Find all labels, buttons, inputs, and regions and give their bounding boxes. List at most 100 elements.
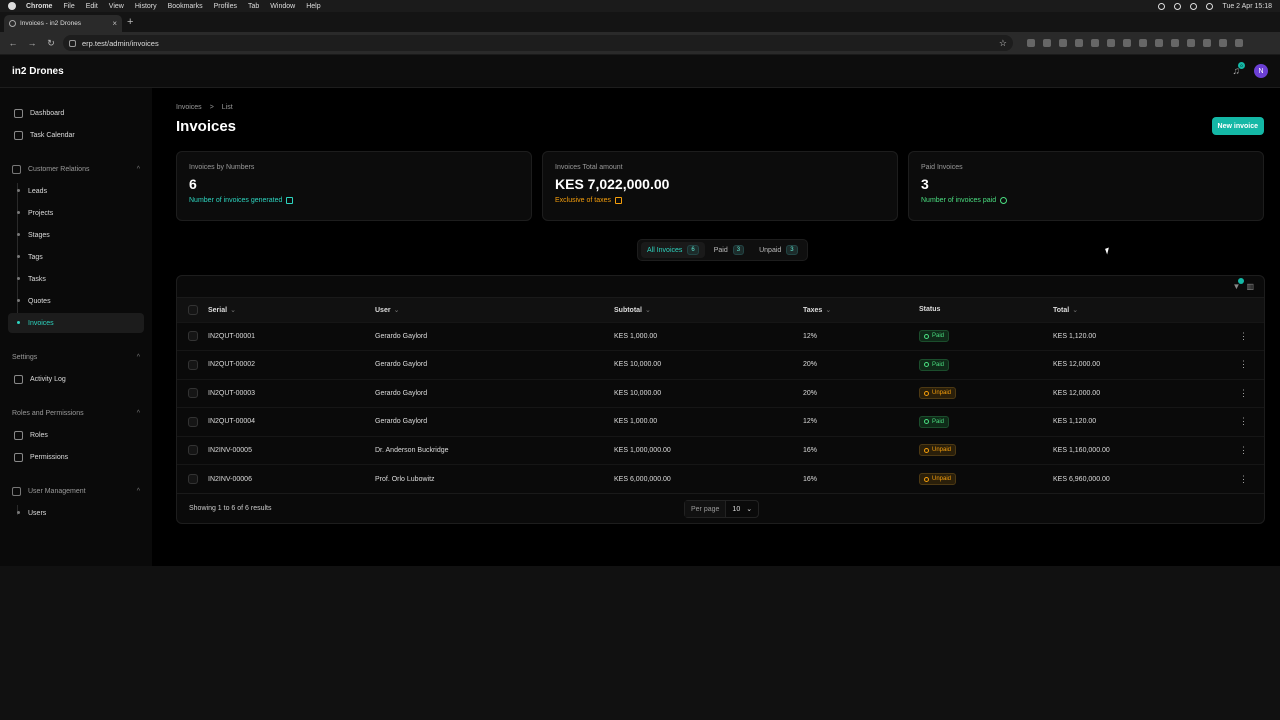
menu-file[interactable]: File <box>63 3 74 10</box>
menu-window[interactable]: Window <box>270 3 295 10</box>
table-row[interactable]: IN2QUT-00003 Gerardo Gaylord KES 10,000.… <box>177 379 1264 408</box>
control-center-icon[interactable] <box>1206 2 1214 10</box>
back-icon[interactable]: ← <box>6 38 20 48</box>
chevron-up-icon[interactable]: ^ <box>137 166 140 173</box>
table-toolbar: ▼ ▥ <box>177 276 1264 298</box>
row-checkbox[interactable] <box>188 445 198 456</box>
brand-name[interactable]: in2 Drones <box>12 66 64 77</box>
menu-bookmarks[interactable]: Bookmarks <box>168 3 203 10</box>
sidebar-item-invoices[interactable]: Invoices <box>8 313 144 333</box>
table-header-row: Serial ⌄ User ⌄ Subtotal ⌄ Taxes ⌄ Status To… <box>177 298 1264 322</box>
sidebar-item-tasks[interactable]: Tasks <box>8 269 144 289</box>
sidebar-item-activity-log[interactable]: Activity Log <box>8 369 144 389</box>
extension-icon[interactable] <box>1027 39 1035 47</box>
menu-app-name[interactable]: Chrome <box>26 3 52 10</box>
sidebar-item-tags[interactable]: Tags <box>8 247 144 267</box>
chevron-up-icon[interactable]: ^ <box>137 410 140 417</box>
select-all-checkbox[interactable] <box>188 304 198 315</box>
close-tab-icon[interactable]: × <box>112 19 117 28</box>
row-actions-icon[interactable]: ⋮ <box>1223 408 1264 437</box>
extension-icon[interactable] <box>1123 39 1131 47</box>
row-checkbox[interactable] <box>188 474 198 484</box>
tab-paid[interactable]: Paid 3 <box>708 242 750 258</box>
row-checkbox[interactable] <box>188 359 198 370</box>
filter-icon[interactable]: ▼ <box>1233 278 1245 291</box>
row-actions-icon[interactable]: ⋮ <box>1223 465 1264 494</box>
menu-help[interactable]: Help <box>306 3 320 10</box>
browser-tab[interactable]: Invoices - in2 Drones × <box>4 15 122 32</box>
per-page-select[interactable]: Per page 10 ⌄ <box>684 500 760 518</box>
sidebar-item-projects[interactable]: Projects <box>8 203 144 223</box>
extension-icon[interactable] <box>1139 39 1147 47</box>
profile-icon[interactable] <box>1219 39 1227 47</box>
sidebar-group-customer-relations[interactable]: Customer Relations ^ <box>8 161 144 177</box>
sidebar-item-roles[interactable]: Roles <box>8 425 144 445</box>
forward-icon[interactable]: → <box>25 38 39 48</box>
reload-icon[interactable]: ↻ <box>44 38 58 49</box>
tab-unpaid[interactable]: Unpaid 3 <box>753 242 804 258</box>
row-actions-icon[interactable]: ⋮ <box>1223 322 1264 351</box>
sidebar-item-quotes[interactable]: Quotes <box>8 291 144 311</box>
sidebar-item-task-calendar[interactable]: Task Calendar <box>8 125 144 145</box>
menu-view[interactable]: View <box>109 3 124 10</box>
extension-icon[interactable] <box>1075 39 1083 47</box>
sidebar-item-dashboard[interactable]: Dashboard <box>8 103 144 123</box>
side-panel-icon[interactable] <box>1203 39 1211 47</box>
sidebar-item-stages[interactable]: Stages <box>8 225 144 245</box>
chevron-up-icon[interactable]: ^ <box>137 488 140 495</box>
extension-icon[interactable] <box>1091 39 1099 47</box>
apple-icon[interactable] <box>8 2 16 10</box>
sidebar-item-permissions[interactable]: Permissions <box>8 447 144 467</box>
chrome-menu-icon[interactable] <box>1235 39 1243 47</box>
cell-total: KES 12,000.00 <box>1053 389 1101 397</box>
breadcrumb-invoices[interactable]: Invoices <box>176 104 202 111</box>
row-actions-icon[interactable]: ⋮ <box>1223 379 1264 408</box>
new-tab-icon[interactable]: + <box>127 16 133 28</box>
menu-profiles[interactable]: Profiles <box>214 3 237 10</box>
bookmark-star-icon[interactable]: ☆ <box>999 38 1007 49</box>
tab-all-invoices[interactable]: All Invoices 6 <box>641 242 705 258</box>
new-invoice-button[interactable]: New invoice <box>1211 117 1264 135</box>
row-actions-icon[interactable]: ⋮ <box>1223 436 1264 465</box>
extension-icon[interactable] <box>1043 39 1051 47</box>
sidebar-item-leads[interactable]: Leads <box>8 181 144 201</box>
menu-edit[interactable]: Edit <box>86 3 98 10</box>
extension-icon[interactable] <box>1059 39 1067 47</box>
row-checkbox[interactable] <box>188 416 198 427</box>
column-header-user[interactable]: User ⌄ <box>375 298 614 322</box>
row-actions-icon[interactable]: ⋮ <box>1223 351 1264 380</box>
column-header-total[interactable]: Total ⌄ <box>1053 298 1223 322</box>
clock[interactable]: Tue 2 Apr 15:18 <box>1222 3 1272 10</box>
column-header-label: Total <box>1053 306 1070 314</box>
search-icon[interactable] <box>1190 2 1198 10</box>
user-avatar[interactable]: N <box>1254 64 1268 78</box>
extension-icon[interactable] <box>1107 39 1115 47</box>
url-input[interactable]: erp.test/admin/invoices ☆ <box>63 35 1013 51</box>
column-header-serial[interactable]: Serial ⌄ <box>208 298 375 322</box>
table-row[interactable]: IN2INV-00005 Dr. Anderson Buckridge KES … <box>177 436 1264 465</box>
extensions-puzzle-icon[interactable] <box>1171 39 1179 47</box>
site-info-icon[interactable] <box>69 39 76 47</box>
chevron-up-icon[interactable]: ^ <box>137 354 140 361</box>
sidebar-group-user-management[interactable]: User Management ^ <box>8 483 144 499</box>
extension-icon[interactable] <box>1155 39 1163 47</box>
sidebar-group-settings[interactable]: Settings ^ <box>8 349 144 365</box>
column-header-subtotal[interactable]: Subtotal ⌄ <box>614 298 803 322</box>
menu-tab[interactable]: Tab <box>248 3 259 10</box>
row-checkbox[interactable] <box>188 388 198 399</box>
status-icon[interactable] <box>1158 2 1166 10</box>
column-header-taxes[interactable]: Taxes ⌄ <box>803 298 919 322</box>
columns-icon[interactable]: ▥ <box>1246 282 1254 291</box>
table-row[interactable]: IN2QUT-00001 Gerardo Gaylord KES 1,000.0… <box>177 322 1264 351</box>
wifi-icon[interactable] <box>1174 2 1182 10</box>
row-checkbox[interactable] <box>188 331 198 342</box>
menu-history[interactable]: History <box>135 3 157 10</box>
table-row[interactable]: IN2QUT-00004 Gerardo Gaylord KES 1,000.0… <box>177 407 1264 437</box>
download-icon[interactable] <box>1187 39 1195 47</box>
sidebar-item-users[interactable]: Users <box>8 503 144 523</box>
table-row[interactable]: IN2INV-00006 Prof. Orlo Lubowitz KES 6,0… <box>177 464 1264 494</box>
notifications-bell-icon[interactable]: ♫ 0 <box>1233 61 1245 77</box>
cell-taxes: 20% <box>803 389 818 397</box>
sidebar-group-roles-permissions[interactable]: Roles and Permissions ^ <box>8 405 144 421</box>
table-row[interactable]: IN2QUT-00002 Gerardo Gaylord KES 10,000.… <box>177 350 1264 380</box>
